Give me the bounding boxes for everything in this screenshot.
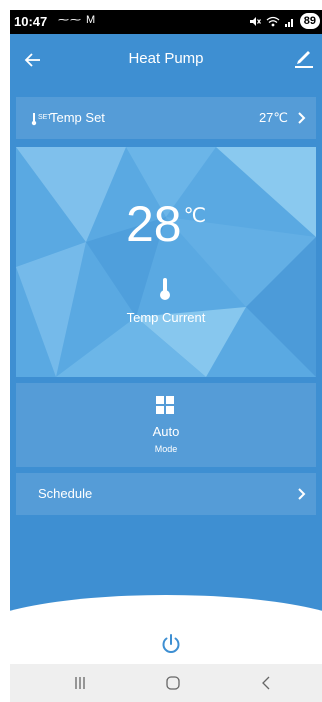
mode-button[interactable]: Auto Mode: [16, 383, 316, 467]
schedule-label: Schedule: [38, 486, 93, 501]
recent-apps-icon[interactable]: [72, 675, 88, 691]
status-bar: 10:47 ⁓⁓ M 89: [10, 10, 322, 34]
battery-indicator: 89: [299, 13, 320, 29]
thermometer-icon: [160, 278, 170, 300]
bottom-curve: [10, 595, 322, 635]
current-temperature-unit: ℃: [183, 205, 207, 227]
current-temperature-panel: 28 ℃ Temp Current: [16, 147, 316, 377]
power-icon[interactable]: [160, 633, 182, 655]
app-window: 10:47 ⁓⁓ M 89 Heat Pump SET Temp Set 27℃…: [10, 10, 322, 702]
mode-value: Auto: [152, 424, 180, 439]
temp-current-label: Temp Current: [126, 310, 206, 325]
edit-pencil-icon[interactable]: [292, 45, 316, 69]
temp-set-label: Temp Set: [50, 110, 105, 125]
chevron-right-icon: [298, 112, 306, 124]
current-temperature: 28 ℃: [16, 195, 316, 253]
page-title: Heat Pump: [128, 50, 204, 67]
back-icon[interactable]: [258, 675, 274, 691]
mute-icon: [249, 16, 261, 26]
temp-set-value: 27℃: [258, 110, 288, 125]
status-right: 89: [249, 13, 320, 29]
header: Heat Pump: [10, 34, 322, 84]
signal-icon: [284, 18, 293, 27]
current-temperature-number: 28: [125, 196, 182, 252]
home-icon[interactable]: [165, 675, 181, 691]
schedule-row[interactable]: Schedule: [16, 473, 316, 515]
grid-mode-icon: [156, 396, 174, 414]
temp-set-row[interactable]: SET Temp Set 27℃: [16, 97, 316, 139]
panel-background: [16, 147, 316, 377]
mode-label: Mode: [154, 444, 178, 454]
wifi-icon: [266, 16, 280, 26]
chevron-right-icon: [298, 488, 306, 500]
status-time: 10:47: [14, 14, 48, 29]
device-screen: Heat Pump SET Temp Set 27℃ 28 ℃ Temp Cur…: [10, 34, 322, 621]
notification-icons: ⁓⁓ M: [58, 14, 97, 26]
system-nav-bar: [10, 664, 322, 702]
